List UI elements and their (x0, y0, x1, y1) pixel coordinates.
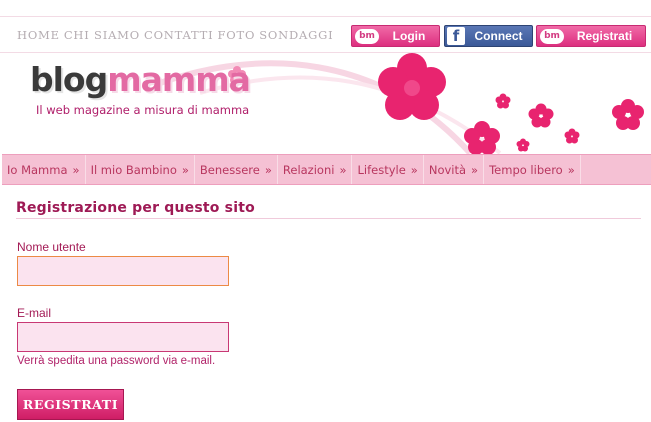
category-label: Relazioni (282, 162, 335, 177)
facebook-icon: f (447, 27, 465, 45)
email-label: E-mail (17, 306, 52, 320)
chevron-right-icon: » (181, 162, 189, 177)
chevron-right-icon: » (339, 162, 347, 177)
email-input[interactable] (17, 322, 229, 352)
password-hint: Verrà spedita una password via e-mail. (17, 355, 216, 367)
category-relazioni[interactable]: Relazioni » (278, 155, 353, 184)
blogmamma-badge-icon: bm (355, 28, 379, 44)
category-nav: Io Mamma » Il mio Bambino » Benessere » Rel… (2, 154, 651, 185)
category-label: Novità (428, 162, 467, 177)
chevron-right-icon: » (567, 162, 575, 177)
top-nav-sondaggi[interactable]: SONDAGGI (259, 28, 333, 42)
category-label: Io Mamma (7, 162, 68, 177)
top-nav-chi-siamo[interactable]: CHI SIAMO (64, 28, 140, 42)
login-button[interactable]: bm Login (351, 25, 440, 47)
category-tempo-libero[interactable]: Tempo libero » (484, 155, 581, 184)
chevron-right-icon: » (72, 162, 80, 177)
top-nav-contatti[interactable]: CONTATTI (144, 28, 214, 42)
site-tagline: Il web magazine a misura di mamma (36, 103, 250, 117)
login-button-label: Login (392, 29, 426, 43)
category-il-mio-bambino[interactable]: Il mio Bambino » (86, 155, 195, 184)
category-label: Tempo libero (489, 162, 563, 177)
site-logo[interactable]: blogmamma (30, 60, 251, 100)
category-label: Il mio Bambino (90, 162, 177, 177)
category-benessere[interactable]: Benessere » (195, 155, 278, 184)
chevron-right-icon: » (471, 162, 479, 177)
header-top-divider (0, 16, 651, 17)
top-nav-home[interactable]: HOME (17, 28, 60, 42)
title-divider (16, 218, 641, 219)
chevron-right-icon: » (264, 162, 272, 177)
facebook-connect-button[interactable]: f Connect (444, 25, 533, 47)
register-header-button-label: Registrati (576, 29, 633, 43)
category-label: Lifestyle (357, 162, 406, 177)
logo-text-blog: blog (30, 60, 108, 99)
top-nav-foto[interactable]: FOTO (218, 28, 256, 42)
category-io-mamma[interactable]: Io Mamma » (2, 155, 86, 184)
category-lifestyle[interactable]: Lifestyle » (352, 155, 424, 184)
top-nav: HOME CHI SIAMO CONTATTI FOTO SONDAGGI (17, 28, 333, 42)
logo-text-mamma: mamma (107, 60, 251, 99)
register-submit-button[interactable]: REGISTRATI (17, 389, 124, 420)
username-label: Nome utente (17, 240, 86, 254)
username-input[interactable] (17, 256, 229, 286)
blogmamma-badge-icon: bm (540, 28, 564, 44)
page-title: Registrazione per questo sito (16, 200, 255, 216)
register-header-button[interactable]: bm Registrati (536, 25, 646, 47)
chevron-right-icon: » (410, 162, 418, 177)
category-novita[interactable]: Novità » (424, 155, 485, 184)
connect-button-label: Connect (474, 29, 523, 43)
category-label: Benessere (199, 162, 260, 177)
